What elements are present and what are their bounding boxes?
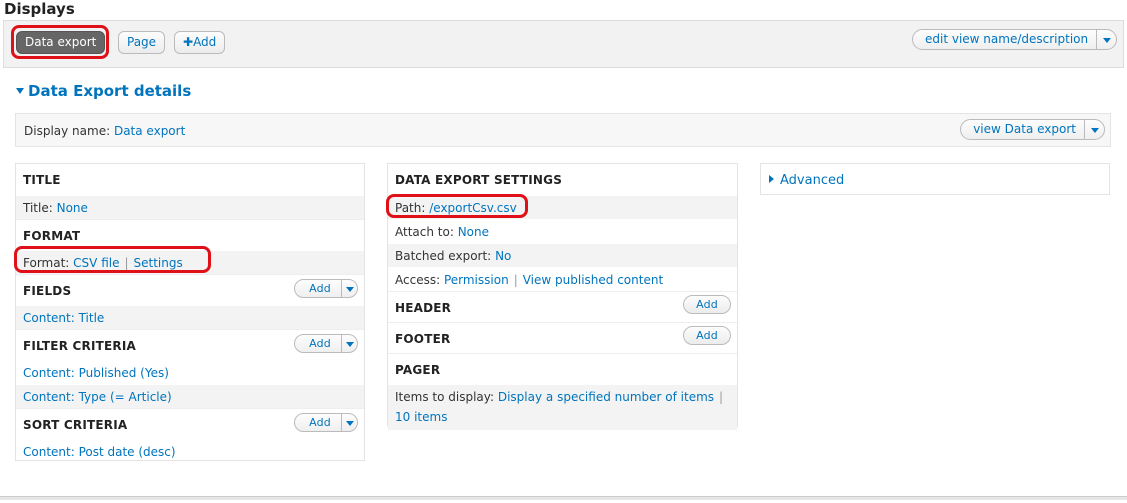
sort-bucket: SORT CRITERIA Add	[16, 408, 364, 439]
header-heading: HEADER	[395, 301, 452, 315]
fields-heading: FIELDS	[23, 284, 72, 298]
data-export-settings-heading: DATA EXPORT SETTINGS	[395, 173, 563, 187]
title-heading: TITLE	[23, 173, 61, 187]
advanced-label: Advanced	[780, 173, 845, 188]
pager-value-link[interactable]: Display a specified number of items	[498, 390, 714, 404]
filter-bucket: FILTER CRITERIA Add	[16, 329, 364, 360]
access-extra-link[interactable]: View published content	[523, 273, 663, 287]
pager-heading: PAGER	[388, 353, 737, 384]
edit-view-name-button[interactable]: edit view name/description	[912, 29, 1118, 50]
advanced-toggle[interactable]: Advanced	[769, 173, 844, 188]
data-export-details-toggle[interactable]: Data Export details	[16, 82, 191, 100]
filter-heading: FILTER CRITERIA	[23, 339, 137, 353]
advanced-panel: Advanced	[760, 163, 1110, 195]
sort-post-date-link[interactable]: Content: Post date (desc)	[23, 445, 176, 459]
access-value-link[interactable]: Permission	[444, 273, 509, 287]
caret-right-icon	[769, 175, 774, 183]
list-item: Content: Published (Yes)	[16, 360, 364, 384]
fields-bucket: FIELDS Add	[16, 274, 364, 305]
filter-add-label: Add	[309, 337, 331, 350]
edit-view-name-label: edit view name/description	[925, 32, 1089, 46]
displays-toolbar: Data export Page ✚Add edit view name/des…	[3, 20, 1124, 68]
header-bucket: HEADER Add	[388, 291, 737, 322]
batched-value-link[interactable]: No	[495, 249, 511, 263]
footer-bucket: FOOTER Add	[388, 322, 737, 353]
list-item: Content: Post date (desc)	[16, 439, 364, 463]
field-content-title-link[interactable]: Content: Title	[23, 311, 104, 325]
chevron-down-icon[interactable]	[341, 335, 357, 352]
view-data-export-label: view Data export	[973, 122, 1076, 136]
filter-published-link[interactable]: Content: Published (Yes)	[23, 366, 169, 380]
page-title: Displays	[4, 0, 75, 18]
left-column: TITLE Title: None FORMAT Format: CSV fil…	[15, 163, 365, 461]
fields-add-label: Add	[309, 282, 331, 295]
chevron-down-icon[interactable]	[341, 414, 357, 431]
list-item: Content: Title	[16, 305, 364, 329]
pager-row: Items to display: Display a specified nu…	[388, 384, 737, 430]
title-label: Title:	[23, 201, 53, 215]
header-add-button[interactable]: Add	[683, 295, 731, 314]
footer-heading: FOOTER	[395, 332, 451, 346]
pager-items-link[interactable]: 10 items	[395, 410, 447, 424]
highlight-path-row	[386, 194, 528, 218]
filter-add-button[interactable]: Add	[294, 334, 358, 353]
chevron-down-icon[interactable]	[1096, 30, 1116, 49]
add-display-label: Add	[193, 35, 217, 49]
batched-row: Batched export: No	[388, 243, 737, 267]
filter-type-link[interactable]: Content: Type (= Article)	[23, 390, 172, 404]
access-label: Access:	[395, 273, 441, 287]
attach-row: Attach to: None	[388, 219, 737, 243]
plus-icon: ✚	[183, 35, 194, 49]
fields-add-button[interactable]: Add	[294, 279, 358, 298]
title-row: Title: None	[16, 195, 364, 219]
display-name-bar: Display name: Data export view Data expo…	[15, 113, 1111, 147]
divider	[0, 496, 1127, 500]
access-row: Access: Permission | View published conten…	[388, 267, 737, 291]
highlight-data-export-tab	[11, 25, 109, 59]
caret-down-icon	[16, 88, 24, 94]
view-data-export-button[interactable]: view Data export	[960, 119, 1105, 140]
sort-heading: SORT CRITERIA	[23, 418, 128, 432]
list-item: Content: Type (= Article)	[16, 384, 364, 408]
batched-label: Batched export:	[395, 249, 492, 263]
display-name-label: Display name:	[24, 124, 111, 138]
title-value-link[interactable]: None	[57, 201, 88, 215]
data-export-details-title: Data Export details	[28, 82, 192, 100]
attach-label: Attach to:	[395, 225, 454, 239]
display-name-link[interactable]: Data export	[114, 124, 185, 138]
highlight-format-row	[14, 246, 211, 273]
pager-label: Items to display:	[395, 390, 495, 404]
attach-value-link[interactable]: None	[458, 225, 489, 239]
add-display-button[interactable]: ✚Add	[174, 31, 226, 54]
footer-add-button[interactable]: Add	[683, 326, 731, 345]
chevron-down-icon[interactable]	[1084, 120, 1104, 139]
sort-add-button[interactable]: Add	[294, 413, 358, 432]
tab-page[interactable]: Page	[118, 31, 166, 54]
sort-add-label: Add	[309, 416, 331, 429]
chevron-down-icon[interactable]	[341, 280, 357, 297]
